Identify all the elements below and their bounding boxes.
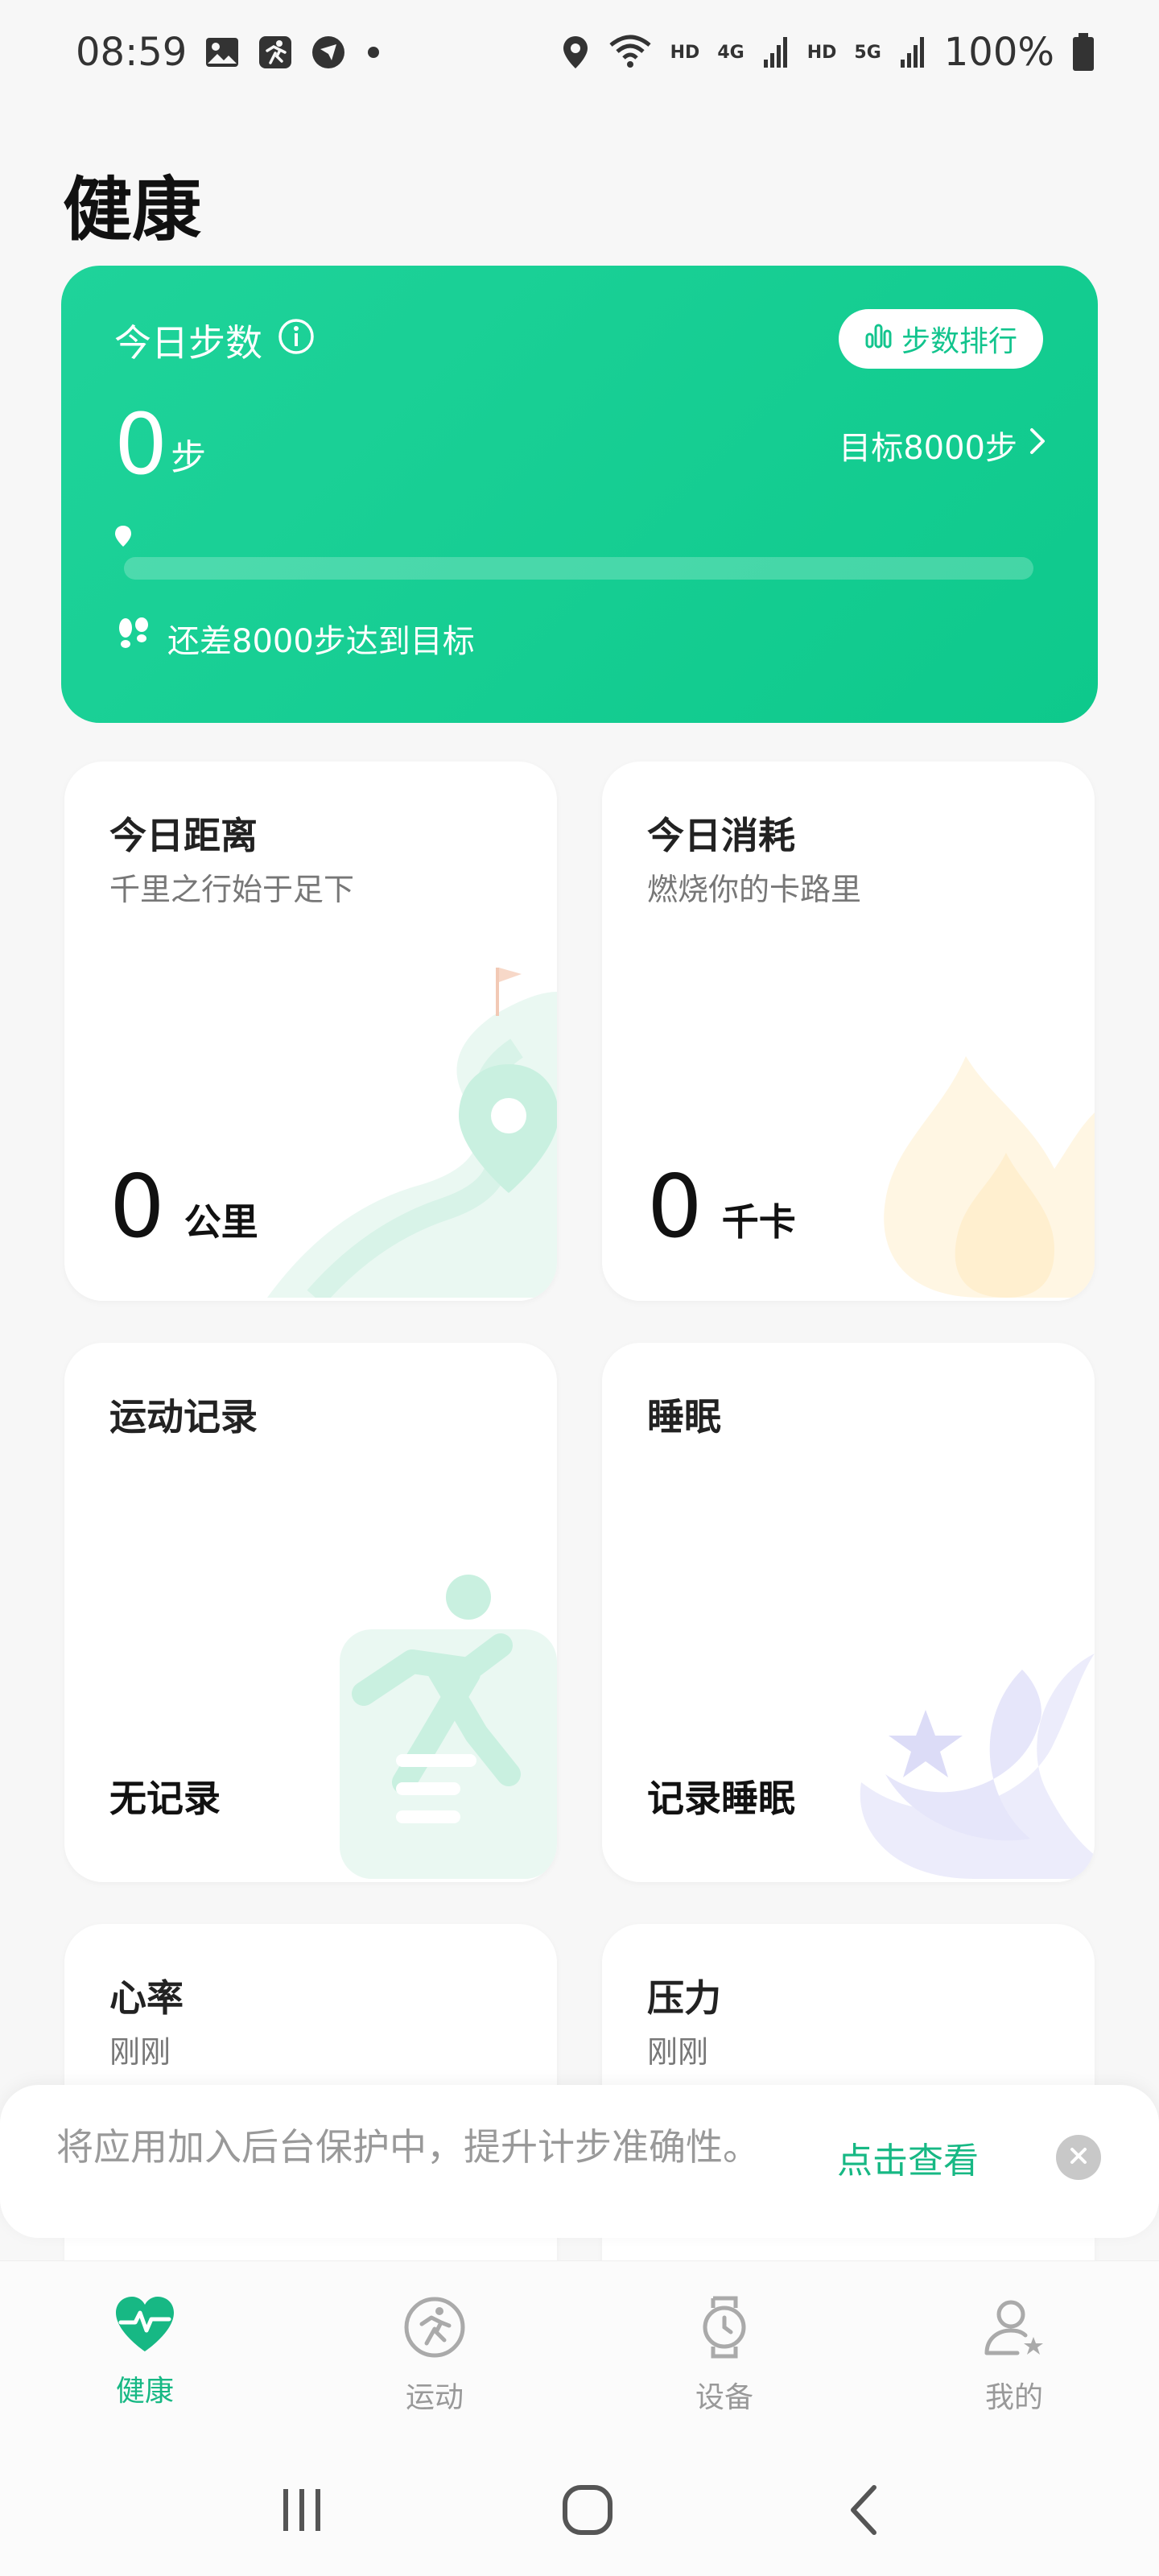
footprints-icon (114, 617, 153, 660)
today-calories-card[interactable]: 今日消耗 燃烧你的卡路里 0 千卡 (602, 762, 1095, 1301)
signal-icon-2 (899, 35, 926, 69)
status-right: HD 4G HD 5G 100% (561, 30, 1095, 75)
battery-percent: 100% (943, 30, 1054, 75)
step-ranking-button[interactable]: 步数排行 (839, 309, 1043, 369)
sleep-status: 记录睡眠 (647, 1777, 795, 1820)
workout-record-card[interactable]: 运动记录 无记录 (64, 1343, 557, 1882)
steps-remaining-label: 还差8000步达到目标 (167, 623, 475, 660)
distance-title: 今日距离 (109, 814, 258, 857)
calories-subtitle: 燃烧你的卡路里 (647, 872, 862, 907)
calories-unit: 千卡 (721, 1200, 796, 1244)
workout-status: 无记录 (109, 1777, 221, 1820)
hd-indicator-2: HD (806, 42, 837, 63)
signal-icon-1 (762, 35, 790, 69)
running-icon (402, 2295, 467, 2363)
step-goal-label: 目标8000步 (839, 430, 1017, 467)
banner-message: 将应用加入后台保护中，提升计步准确性。 (56, 2125, 760, 2169)
steps-progress-bar (124, 557, 1033, 580)
stress-title: 压力 (647, 1976, 721, 2020)
today-distance-card[interactable]: 今日距离 千里之行始于足下 0 公里 (64, 762, 557, 1301)
heart-rate-title: 心率 (109, 1976, 184, 2020)
workout-title: 运动记录 (109, 1395, 258, 1439)
steps-value: 0 步 (114, 402, 206, 486)
distance-number: 0 (109, 1157, 165, 1257)
steps-unit: 步 (171, 437, 207, 478)
progress-marker-icon (114, 525, 132, 547)
status-bar: 08:59 HD 4G HD 5G 100% (0, 0, 1159, 105)
nav-devices[interactable]: 设备 (580, 2261, 869, 2447)
nav-exercise[interactable]: 运动 (290, 2261, 580, 2447)
page-title: 健康 (63, 170, 201, 250)
back-icon[interactable] (848, 2484, 881, 2539)
nav-me-label: 我的 (984, 2381, 1043, 2414)
distance-unit: 公里 (184, 1200, 258, 1244)
runner-illustration (316, 1573, 557, 1882)
flame-illustration (869, 1008, 1095, 1301)
sleep-card[interactable]: 睡眠 记录睡眠 (602, 1343, 1095, 1882)
bar-chart-icon (864, 323, 893, 356)
today-steps-card[interactable]: 今日步数 步数排行 0 步 目标8000步 还差8000步达到目标 (61, 266, 1098, 723)
status-time: 08:59 (76, 30, 188, 75)
app-notification-icon (311, 35, 346, 70)
calories-value: 0 千卡 (647, 1157, 796, 1257)
steps-remaining: 还差8000步达到目标 (114, 615, 475, 662)
running-notification-icon (258, 35, 293, 70)
stress-subtitle: 刚刚 (647, 2034, 709, 2070)
heart-pulse-icon (113, 2295, 177, 2356)
nav-devices-label: 设备 (695, 2381, 753, 2414)
nav-health-label: 健康 (115, 2375, 174, 2408)
watch-icon (699, 2295, 750, 2363)
more-notifications-dot-icon (364, 43, 383, 62)
step-goal-link[interactable]: 目标8000步 (839, 422, 1046, 469)
calories-number: 0 (647, 1157, 703, 1257)
distance-value: 0 公里 (109, 1157, 258, 1257)
nav-exercise-label: 运动 (405, 2381, 464, 2414)
info-icon[interactable] (277, 317, 316, 365)
location-icon (561, 35, 590, 70)
banner-view-link[interactable]: 点击查看 (837, 2132, 979, 2183)
background-protection-banner: 将应用加入后台保护中，提升计步准确性。 点击查看 (0, 2085, 1159, 2238)
network-type-1: 4G (717, 42, 744, 63)
recent-apps-icon[interactable] (278, 2486, 327, 2537)
system-nav-bar (0, 2447, 1159, 2576)
chevron-right-icon (1029, 427, 1046, 464)
distance-subtitle: 千里之行始于足下 (109, 872, 355, 907)
nav-health[interactable]: 健康 (0, 2261, 290, 2447)
home-icon[interactable] (562, 2484, 613, 2539)
steps-title: 今日步数 (114, 321, 262, 365)
heart-rate-subtitle: 刚刚 (109, 2034, 171, 2070)
steps-count: 0 (114, 395, 168, 493)
status-left: 08:59 (76, 30, 383, 75)
moon-star-illustration (853, 1621, 1095, 1882)
close-icon (1067, 2145, 1090, 2170)
wifi-icon (608, 34, 653, 71)
steps-header: 今日步数 (114, 314, 316, 367)
network-type-2: 5G (854, 42, 881, 63)
calories-title: 今日消耗 (647, 814, 795, 857)
bottom-nav: 健康 运动 设备 我的 (0, 2260, 1159, 2447)
battery-icon (1072, 33, 1095, 72)
sleep-title: 睡眠 (647, 1395, 721, 1439)
step-ranking-label: 步数排行 (901, 325, 1017, 358)
banner-close-button[interactable] (1056, 2135, 1101, 2180)
nav-me[interactable]: 我的 (869, 2261, 1159, 2447)
user-icon (982, 2295, 1046, 2363)
gallery-icon (204, 36, 240, 68)
hd-indicator-1: HD (670, 42, 700, 63)
